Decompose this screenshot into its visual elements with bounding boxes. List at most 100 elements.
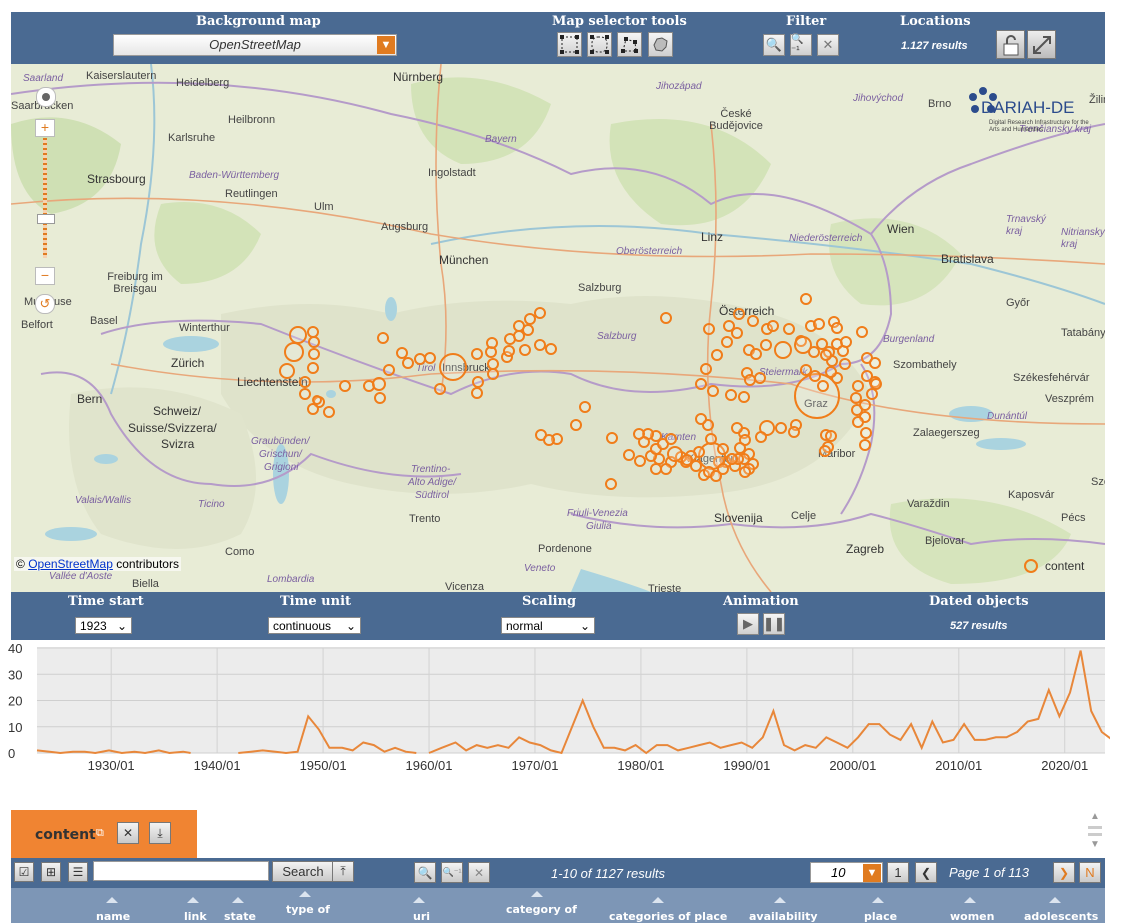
location-marker[interactable] xyxy=(707,385,719,397)
location-marker[interactable] xyxy=(279,363,295,379)
osm-link[interactable]: OpenStreetMap xyxy=(28,557,113,571)
location-marker[interactable] xyxy=(307,326,319,338)
pan-control-icon[interactable] xyxy=(36,87,56,107)
square-select-icon[interactable] xyxy=(557,32,582,57)
location-marker[interactable] xyxy=(383,364,395,376)
background-map-select[interactable]: OpenStreetMap ▼ xyxy=(113,34,397,56)
location-marker[interactable] xyxy=(774,341,792,359)
location-marker[interactable] xyxy=(859,439,871,451)
location-marker[interactable] xyxy=(731,422,743,434)
location-markers[interactable] xyxy=(11,64,1105,592)
location-marker[interactable] xyxy=(308,348,320,360)
column-header-link[interactable]: link xyxy=(184,910,207,923)
location-marker[interactable] xyxy=(754,372,766,384)
content-tab[interactable]: content ⧉ ✕ ⤓ xyxy=(11,810,197,858)
location-marker[interactable] xyxy=(808,346,820,358)
location-marker[interactable] xyxy=(312,395,322,405)
location-marker[interactable] xyxy=(543,434,555,446)
scroll-down-icon[interactable]: ▼ xyxy=(1086,840,1104,850)
scroll-up-icon[interactable]: ▲ xyxy=(1086,812,1104,822)
upload-icon[interactable]: ⤒ xyxy=(332,861,354,882)
filter-clear-icon[interactable]: ✕ xyxy=(817,34,839,56)
location-marker[interactable] xyxy=(472,376,484,388)
download-icon[interactable]: ⤓ xyxy=(149,822,171,844)
location-marker[interactable] xyxy=(487,368,499,380)
first-page-button[interactable]: 1 xyxy=(887,862,909,883)
location-marker[interactable] xyxy=(775,422,787,434)
location-marker[interactable] xyxy=(690,460,702,472)
time-start-select[interactable]: 1923 ⌄ xyxy=(75,617,132,634)
sort-caret-icon[interactable] xyxy=(413,897,425,903)
location-marker[interactable] xyxy=(825,430,837,442)
zoom-inverse-icon[interactable]: 🔍⁻¹ xyxy=(441,862,463,883)
location-marker[interactable] xyxy=(733,308,745,320)
location-marker[interactable] xyxy=(487,358,499,370)
column-header-state[interactable]: state xyxy=(224,910,256,923)
location-marker[interactable] xyxy=(850,392,862,404)
search-input[interactable] xyxy=(93,861,269,881)
location-marker[interactable] xyxy=(513,330,525,342)
location-marker[interactable] xyxy=(439,353,467,381)
location-marker[interactable] xyxy=(734,442,746,454)
column-header-categories-of-place[interactable]: categories of place xyxy=(609,910,727,923)
close-tab-icon[interactable]: ✕ xyxy=(117,822,139,844)
location-marker[interactable] xyxy=(579,401,591,413)
column-header-uri[interactable]: uri xyxy=(413,910,430,923)
country-select-icon[interactable] xyxy=(648,32,673,57)
location-marker[interactable] xyxy=(711,349,723,361)
column-header-availability[interactable]: availability xyxy=(749,910,818,923)
location-marker[interactable] xyxy=(744,374,756,386)
location-marker[interactable] xyxy=(825,366,837,378)
location-marker[interactable] xyxy=(471,387,483,399)
sort-caret-icon[interactable] xyxy=(964,897,976,903)
location-marker[interactable] xyxy=(503,345,515,357)
location-marker[interactable] xyxy=(486,337,498,349)
location-marker[interactable] xyxy=(623,449,635,461)
location-marker[interactable] xyxy=(831,322,843,334)
location-marker[interactable] xyxy=(703,323,715,335)
zoom-out-button[interactable]: − xyxy=(35,267,55,285)
sort-caret-icon[interactable] xyxy=(531,891,543,897)
zoom-icon[interactable]: 🔍 xyxy=(414,862,436,883)
location-marker[interactable] xyxy=(726,453,738,465)
clear-filter-icon[interactable]: ✕ xyxy=(468,862,490,883)
location-marker[interactable] xyxy=(852,380,864,392)
time-unit-select[interactable]: continuous ⌄ xyxy=(268,617,361,634)
location-marker[interactable] xyxy=(284,342,304,362)
location-marker[interactable] xyxy=(813,318,825,330)
last-page-button[interactable]: N xyxy=(1079,862,1101,883)
column-header-type[interactable]: type of xyxy=(286,903,330,916)
filter-zoom-inverse-icon[interactable]: 🔍⁻¹ xyxy=(790,34,812,56)
location-marker[interactable] xyxy=(852,416,864,428)
location-marker[interactable] xyxy=(289,326,307,344)
column-header-adolescents[interactable]: adolescents xyxy=(1024,910,1098,923)
location-marker[interactable] xyxy=(800,293,812,305)
location-marker[interactable] xyxy=(809,370,821,382)
location-marker[interactable] xyxy=(767,320,779,332)
location-marker[interactable] xyxy=(869,357,881,369)
location-marker[interactable] xyxy=(534,339,546,351)
location-marker[interactable] xyxy=(856,326,868,338)
location-marker[interactable] xyxy=(800,364,812,376)
location-marker[interactable] xyxy=(660,463,672,475)
location-marker[interactable] xyxy=(755,431,767,443)
sort-caret-icon[interactable] xyxy=(1049,897,1061,903)
menu-icon[interactable]: ☰ xyxy=(68,862,88,882)
lock-icon[interactable] xyxy=(996,30,1025,59)
location-marker[interactable] xyxy=(738,391,750,403)
play-icon[interactable]: ▶ xyxy=(737,613,759,635)
location-marker[interactable] xyxy=(308,336,320,348)
pause-icon[interactable]: ❚❚ xyxy=(763,613,785,635)
location-marker[interactable] xyxy=(307,362,319,374)
location-marker[interactable] xyxy=(705,433,717,445)
prev-page-icon[interactable]: ❮ xyxy=(915,862,937,883)
location-marker[interactable] xyxy=(840,336,852,348)
location-marker[interactable] xyxy=(605,478,617,490)
location-marker[interactable] xyxy=(396,347,408,359)
location-marker[interactable] xyxy=(839,358,851,370)
location-marker[interactable] xyxy=(414,353,426,365)
search-button[interactable]: Search xyxy=(272,861,334,882)
location-marker[interactable] xyxy=(717,443,729,455)
location-marker[interactable] xyxy=(299,388,311,400)
column-header-place[interactable]: place xyxy=(864,910,897,923)
